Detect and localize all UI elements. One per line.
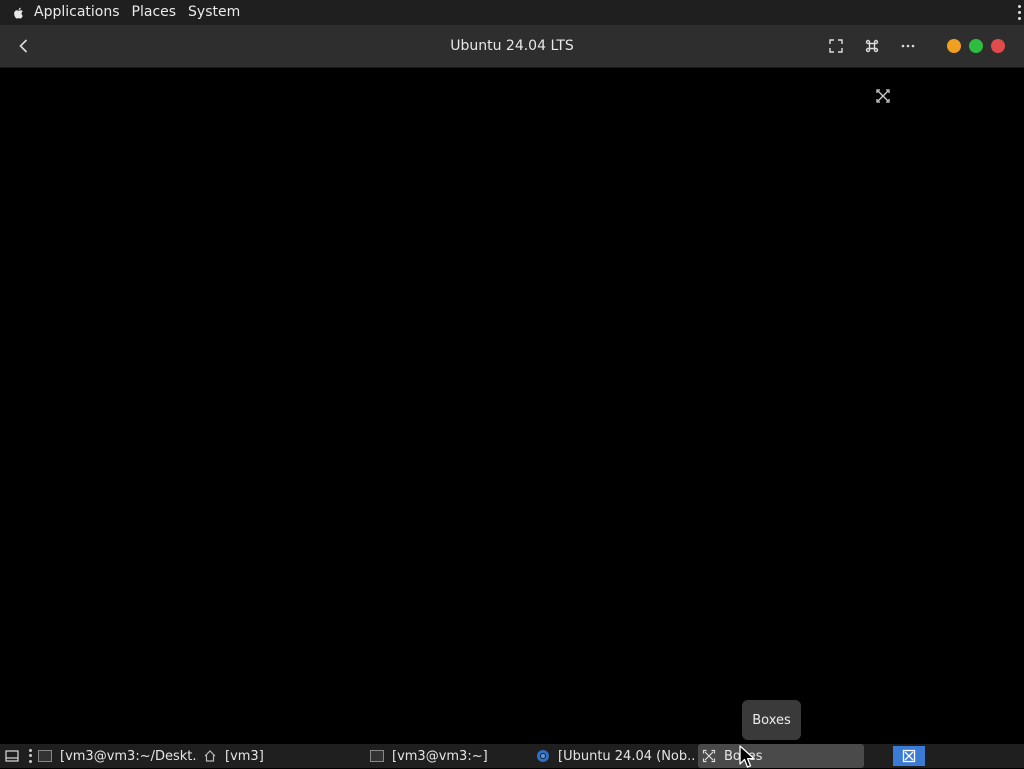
panel-menu-icon[interactable] (1016, 3, 1022, 22)
task-label: [vm3] (225, 748, 264, 764)
task-label: [Ubuntu 24.04 (Nob... (558, 748, 696, 764)
terminal-icon (38, 749, 52, 763)
task-terminal-desktop[interactable]: [vm3@vm3:~/Deskt... (38, 744, 198, 768)
chevron-left-icon (19, 39, 28, 53)
menu-system[interactable]: System (182, 0, 246, 25)
home-folder-icon (203, 749, 217, 763)
top-menu-bar: Applications Places System (0, 0, 246, 25)
taskbar-handle-icon[interactable] (27, 748, 33, 764)
vm-display[interactable] (0, 68, 1024, 744)
boxes-icon (902, 749, 916, 763)
fullscreen-button[interactable] (826, 36, 846, 56)
browser-icon (536, 749, 550, 763)
task-label: [vm3@vm3:~/Deskt... (60, 748, 198, 764)
bottom-taskbar: [vm3@vm3:~/Deskt... [vm3] [vm3@vm3:~] [U… (0, 744, 1024, 768)
fullscreen-icon (829, 39, 843, 53)
task-label: [vm3@vm3:~] (392, 748, 488, 764)
workspace-switcher[interactable] (893, 746, 925, 766)
send-keys-button[interactable] (862, 36, 882, 56)
menu-applications[interactable]: Applications (28, 0, 126, 25)
task-boxes[interactable]: Boxes (698, 744, 864, 768)
mouse-cursor-icon (739, 745, 755, 768)
ellipsis-icon (901, 44, 915, 48)
apple-logo-icon[interactable] (12, 6, 26, 20)
command-key-icon (865, 39, 879, 53)
more-options-button[interactable] (898, 36, 918, 56)
boxes-ungrab-icon[interactable] (875, 88, 891, 104)
close-button[interactable] (991, 39, 1005, 53)
show-desktop-icon[interactable] (4, 748, 20, 764)
back-button[interactable] (14, 36, 34, 56)
boxes-icon (702, 749, 716, 763)
task-browser-ubuntu[interactable]: [Ubuntu 24.04 (Nob... (536, 744, 696, 768)
task-terminal-home[interactable]: [vm3@vm3:~] (370, 744, 530, 768)
minimize-button[interactable] (947, 39, 961, 53)
menu-places[interactable]: Places (126, 0, 183, 25)
top-panel: Applications Places System (0, 0, 1024, 25)
task-file-manager-home[interactable]: [vm3] (203, 744, 363, 768)
window-headerbar: Ubuntu 24.04 LTS (0, 25, 1024, 68)
terminal-icon (370, 749, 384, 763)
taskbar-tooltip: Boxes (742, 700, 801, 740)
maximize-button[interactable] (969, 39, 983, 53)
